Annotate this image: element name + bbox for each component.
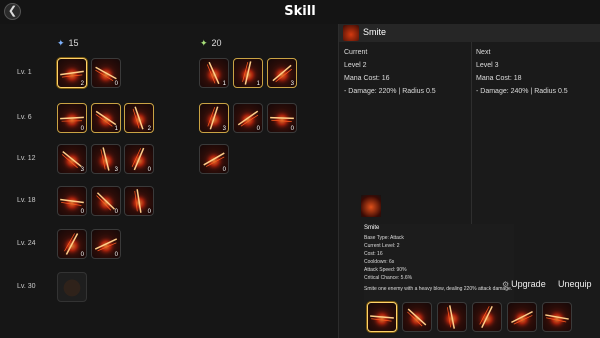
skill-slot[interactable]: 0 bbox=[91, 229, 121, 259]
skill-slot[interactable]: 0 bbox=[267, 103, 297, 133]
smite-skill-icon bbox=[343, 25, 359, 41]
skill-slot[interactable] bbox=[57, 272, 87, 302]
skill-rank-count: 2 bbox=[80, 81, 84, 87]
skill-detail-header: Smite bbox=[339, 24, 600, 42]
skill-slot[interactable]: 0 bbox=[57, 103, 87, 133]
skill-rank-count: 0 bbox=[147, 209, 151, 215]
skill-slot[interactable]: 3 bbox=[91, 144, 121, 174]
skill-rank-count: 0 bbox=[222, 167, 226, 173]
skill-rank-count: 3 bbox=[290, 81, 294, 87]
skill-rank-count: 0 bbox=[114, 252, 118, 258]
skill-rank-count: 1 bbox=[114, 126, 118, 132]
skill-points-blue: ✦ 15 bbox=[57, 38, 79, 48]
skill-rank-count: 0 bbox=[114, 81, 118, 87]
current-level: Level 2 bbox=[344, 62, 367, 69]
page-title: Skill bbox=[284, 4, 316, 19]
skill-slot[interactable]: 3 bbox=[57, 144, 87, 174]
skill-rank-count: 0 bbox=[80, 126, 84, 132]
unequip-button[interactable]: Unequip bbox=[558, 279, 592, 289]
skill-slot[interactable]: 0 bbox=[233, 103, 263, 133]
skill-rank-count: 0 bbox=[256, 126, 260, 132]
gear-icon: ⚙ bbox=[502, 280, 510, 289]
skill-rank-count: 0 bbox=[80, 252, 84, 258]
skill-slot[interactable]: 1 bbox=[199, 58, 229, 88]
skill-name: Smite bbox=[363, 27, 387, 37]
skill-rank-count: 3 bbox=[80, 167, 84, 173]
skill-rank-count: 1 bbox=[222, 81, 226, 87]
equipped-skill-slot[interactable] bbox=[542, 302, 572, 332]
next-heading: Next bbox=[476, 49, 491, 56]
level-label: Lv. 1 bbox=[17, 69, 32, 76]
tooltip-description: Smite one enemy with a heavy blow, deali… bbox=[364, 286, 513, 292]
column-divider bbox=[471, 42, 472, 232]
equipped-skill-slot[interactable] bbox=[437, 302, 467, 332]
skill-slot[interactable]: 0 bbox=[124, 186, 154, 216]
skill-tree-panel: ✦ 15 ✦ 20 Lv. 1 Lv. 6 Lv. 12 Lv. 18 Lv. 24 Lv. … bbox=[0, 24, 338, 338]
next-damage: - Damage: 240% | Radius 0.5 bbox=[476, 88, 568, 95]
level-label: Lv. 18 bbox=[17, 197, 36, 204]
skill-slot[interactable]: 2 bbox=[57, 58, 87, 88]
skill-rank-count: 0 bbox=[147, 167, 151, 173]
tooltip-stat: Current Level: 2 bbox=[364, 243, 400, 249]
equipped-skill-bar bbox=[367, 302, 573, 333]
skill-points-green: ✦ 20 bbox=[200, 38, 222, 48]
skill-slot[interactable]: 0 bbox=[124, 144, 154, 174]
skill-rank-count: 0 bbox=[290, 126, 294, 132]
skill-slot[interactable]: 0 bbox=[91, 186, 121, 216]
tooltip-stat: Attack Speed: 90% bbox=[364, 267, 407, 273]
next-level-column: Next Level 3 Mana Cost: 18 - Damage: 240… bbox=[476, 46, 568, 98]
tooltip-stat: Base Type: Attack bbox=[364, 235, 404, 241]
skill-tooltip: Smite Base Type: Attack Current Level: 2… bbox=[361, 195, 514, 304]
skill-rank-count: 3 bbox=[222, 126, 226, 132]
skill-rank-count: 0 bbox=[80, 209, 84, 215]
skill-slot[interactable]: 0 bbox=[199, 144, 229, 174]
equipped-skill-slot[interactable] bbox=[367, 302, 397, 332]
skill-slot[interactable]: 0 bbox=[57, 229, 87, 259]
equipped-skill-slot[interactable] bbox=[472, 302, 502, 332]
skill-slot[interactable]: 1 bbox=[233, 58, 263, 88]
tooltip-stat: Cooldown: 6s bbox=[364, 259, 395, 265]
skill-slot[interactable]: 2 bbox=[124, 103, 154, 133]
next-level: Level 3 bbox=[476, 62, 499, 69]
skill-slot[interactable]: 3 bbox=[199, 103, 229, 133]
skill-slot[interactable]: 0 bbox=[91, 58, 121, 88]
skill-rank-count: 1 bbox=[256, 81, 260, 87]
level-label: Lv. 12 bbox=[17, 155, 36, 162]
upgrade-button[interactable]: ⚙ Upgrade bbox=[502, 279, 546, 289]
blue-star-icon: ✦ bbox=[57, 38, 65, 48]
level-label: Lv. 6 bbox=[17, 114, 32, 121]
skill-rank-count: 0 bbox=[114, 209, 118, 215]
top-bar: ❮ Skill bbox=[0, 0, 600, 24]
current-heading: Current bbox=[344, 49, 368, 56]
skill-rank-count: 2 bbox=[147, 126, 151, 132]
current-mana: Mana Cost: 16 bbox=[344, 75, 390, 82]
tooltip-skill-name: Smite bbox=[364, 225, 380, 231]
skill-slot[interactable]: 1 bbox=[91, 103, 121, 133]
equipped-skill-slot[interactable] bbox=[507, 302, 537, 332]
current-level-column: Current Level 2 Mana Cost: 16 - Damage: … bbox=[344, 46, 436, 98]
green-star-icon: ✦ bbox=[200, 38, 208, 48]
skill-slot[interactable]: 0 bbox=[57, 186, 87, 216]
level-label: Lv. 24 bbox=[17, 240, 36, 247]
tooltip-skill-icon bbox=[361, 195, 381, 217]
current-damage: - Damage: 220% | Radius 0.5 bbox=[344, 88, 436, 95]
tooltip-stat: Cost: 16 bbox=[364, 251, 383, 257]
tooltip-stat: Critical Chance: 5.6% bbox=[364, 275, 413, 281]
equipped-skill-slot[interactable] bbox=[402, 302, 432, 332]
level-label: Lv. 30 bbox=[17, 283, 36, 290]
skill-slot[interactable]: 3 bbox=[267, 58, 297, 88]
next-mana: Mana Cost: 18 bbox=[476, 75, 522, 82]
skill-rank-count: 3 bbox=[114, 167, 118, 173]
